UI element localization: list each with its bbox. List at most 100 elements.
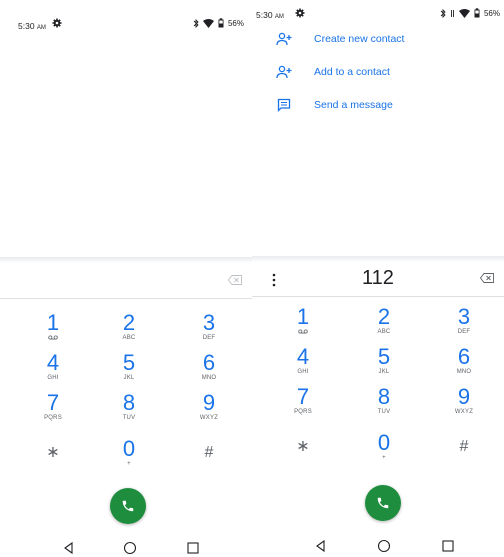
navigation-bar <box>252 535 504 557</box>
status-time: 5:30 AM <box>256 10 284 20</box>
key-digit: 9 <box>457 384 471 409</box>
key-symbol: # <box>204 444 214 461</box>
key-digit: 0 <box>377 430 391 455</box>
dial-key-7[interactable]: 7 PQRS <box>268 386 338 426</box>
phone-icon <box>377 497 389 509</box>
key-digit: 2 <box>377 304 391 329</box>
key-letters: WXYZ <box>454 409 474 415</box>
dial-key-star[interactable]: ∗ <box>268 432 338 472</box>
dial-key-7[interactable]: 7 PQRS <box>18 392 88 432</box>
home-icon[interactable] <box>377 539 391 553</box>
key-letters: MNO <box>201 375 217 381</box>
key-digit: 7 <box>46 390 60 415</box>
add-person-icon <box>276 64 292 80</box>
dial-key-0[interactable]: 0 + <box>94 438 164 478</box>
key-digit: 1 <box>296 304 310 329</box>
key-symbol: # <box>459 438 469 455</box>
dial-key-1[interactable]: 1 <box>268 306 338 346</box>
battery-icon <box>218 18 224 28</box>
action-label: Add to a contact <box>314 66 390 78</box>
backspace-icon[interactable] <box>480 273 494 283</box>
back-icon[interactable] <box>314 539 328 553</box>
dial-key-8[interactable]: 8 TUV <box>349 386 419 426</box>
key-digit: 7 <box>296 384 310 409</box>
action-label: Send a message <box>314 99 393 111</box>
dialed-digits[interactable]: 112 <box>252 267 504 290</box>
status-bar: 5:30 AM 56% <box>252 0 504 22</box>
message-icon <box>276 97 292 113</box>
key-symbol: ∗ <box>296 438 310 455</box>
dial-key-2[interactable]: 2 ABC <box>349 306 419 346</box>
dial-key-5[interactable]: 5 JKL <box>94 352 164 392</box>
phone-icon <box>122 500 134 512</box>
key-digit: 6 <box>457 344 471 369</box>
dial-key-3[interactable]: 3 DEF <box>174 312 244 352</box>
dial-key-6[interactable]: 6 MNO <box>429 346 499 386</box>
backspace-icon[interactable] <box>228 275 242 285</box>
dial-key-9[interactable]: 9 WXYZ <box>174 392 244 432</box>
key-digit: 8 <box>377 384 391 409</box>
key-letters: DEF <box>202 335 216 341</box>
digits-row <box>0 263 252 299</box>
key-digit: 0 <box>122 436 136 461</box>
call-button[interactable] <box>365 485 401 521</box>
key-digit: 5 <box>122 350 136 375</box>
add-person-icon <box>276 31 292 47</box>
dial-key-4[interactable]: 4 GHI <box>268 346 338 386</box>
battery-icon <box>474 8 480 18</box>
voicemail-icon <box>268 329 338 336</box>
dial-key-3[interactable]: 3 DEF <box>429 306 499 346</box>
status-icons: 56% <box>193 18 244 28</box>
recents-icon[interactable] <box>441 539 455 553</box>
key-letters: DEF <box>457 329 471 335</box>
status-icons: 56% <box>440 8 500 18</box>
key-letters: ABC <box>122 335 136 341</box>
key-letters: TUV <box>122 415 136 421</box>
key-letters: + <box>382 455 386 461</box>
key-symbol: ∗ <box>46 444 60 461</box>
key-letters: GHI <box>297 369 309 375</box>
wifi-icon <box>202 18 214 28</box>
key-letters: MNO <box>456 369 472 375</box>
key-digit: 5 <box>377 344 391 369</box>
dial-key-2[interactable]: 2 ABC <box>94 312 164 352</box>
action-label: Create new contact <box>314 33 405 45</box>
battery-percent: 56% <box>483 8 500 18</box>
dial-key-8[interactable]: 8 TUV <box>94 392 164 432</box>
dial-key-star[interactable]: ∗ <box>18 438 88 478</box>
add-to-contact-action[interactable]: Add to a contact <box>276 62 390 82</box>
key-digit: 1 <box>46 310 60 335</box>
navigation-bar <box>0 537 252 557</box>
key-digit: 9 <box>202 390 216 415</box>
dial-key-pound[interactable]: # <box>429 432 499 472</box>
key-digit: 3 <box>202 310 216 335</box>
battery-percent: 56% <box>227 18 244 28</box>
dial-key-6[interactable]: 6 MNO <box>174 352 244 392</box>
dial-key-5[interactable]: 5 JKL <box>349 346 419 386</box>
key-digit: 2 <box>122 310 136 335</box>
call-button[interactable] <box>110 488 146 524</box>
key-letters: GHI <box>47 375 59 381</box>
dial-key-4[interactable]: 4 GHI <box>18 352 88 392</box>
key-digit: 4 <box>296 344 310 369</box>
dial-key-1[interactable]: 1 <box>18 312 88 352</box>
home-icon[interactable] <box>123 541 137 555</box>
voicemail-icon <box>18 335 88 342</box>
status-time: 5:30 AM <box>18 21 46 31</box>
recents-icon[interactable] <box>186 541 200 555</box>
create-new-contact-action[interactable]: Create new contact <box>276 29 404 49</box>
dial-key-pound[interactable]: # <box>174 438 244 478</box>
key-letters: TUV <box>377 409 391 415</box>
dialer-screen-left: 5:30 AM 56% 1 2 ABC 3 DEF 4 GHI 5 JKL 6 MNO 7 PQRS 8 T… <box>0 0 252 557</box>
dial-key-0[interactable]: 0 + <box>349 432 419 472</box>
dialer-screen-right: 5:30 AM 56% Create new contact Add to a … <box>252 0 504 557</box>
key-letters: + <box>127 461 131 467</box>
key-digit: 4 <box>46 350 60 375</box>
dial-key-9[interactable]: 9 WXYZ <box>429 386 499 426</box>
bluetooth-icon <box>193 18 199 28</box>
key-letters: PQRS <box>294 409 312 415</box>
back-icon[interactable] <box>62 541 76 555</box>
key-letters: JKL <box>378 369 390 375</box>
send-message-action[interactable]: Send a message <box>276 95 393 115</box>
gear-icon <box>52 18 62 28</box>
